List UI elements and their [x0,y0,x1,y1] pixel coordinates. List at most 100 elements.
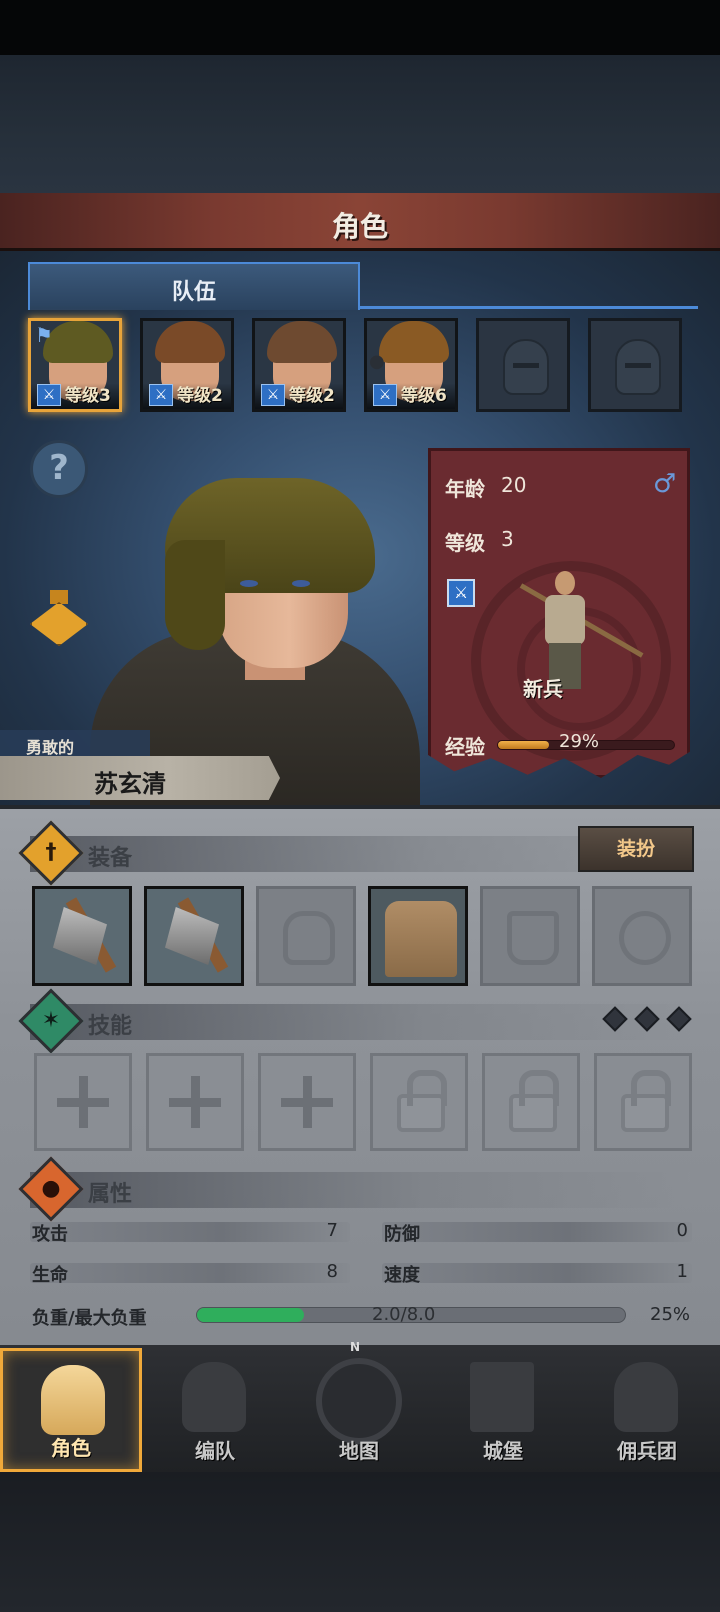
level-label: 等级 [445,531,485,555]
nav-formation[interactable]: 编队 [144,1348,286,1472]
nav-castle-label: 城堡 [483,1439,523,1463]
hero-trait: 勇敢的 [26,738,75,757]
stat-card: 年龄 20 ♂ 等级 3 ⚔ 新兵 经验 29% [428,448,690,778]
exp-percent: 29% [559,731,600,752]
speed-label: 速度 [384,1265,420,1286]
party-slot-4[interactable]: ● ⚔ 等级6 [364,318,458,412]
hp-value: 8 [326,1261,338,1282]
level-text: 等级3 [65,386,111,406]
portrait-hair [155,321,225,363]
defense-value: 0 [676,1220,688,1241]
level-text: 等级2 [177,386,223,406]
lock-icon [397,1070,447,1132]
equip-slot-offhand[interactable] [144,886,244,986]
exp-bar-fill [498,741,550,749]
cross-icon [281,1076,333,1128]
tab-party-label: 队伍 [171,280,216,305]
speed-bar [382,1263,692,1283]
hero-hair-side [165,540,225,650]
tab-party[interactable]: 队伍 [28,262,360,310]
skill-slot-5[interactable] [482,1053,580,1151]
nav-mercenary[interactable]: 佣兵团 [576,1348,718,1472]
status-bar [0,0,720,55]
cross-icon [57,1076,109,1128]
helmet-icon [283,911,335,965]
sword-icon: ⚔ [149,384,173,406]
sword-icon: ⚔ [37,384,61,406]
equip-slot-ring[interactable] [592,886,692,986]
level-badge: ⚔ 等级2 [143,383,231,409]
compass-north: N [350,1340,361,1354]
boots-icon [507,911,559,965]
helmet-icon [615,339,661,395]
equip-slot-weapon[interactable] [32,886,132,986]
level-badge: ⚔ 等级2 [255,383,343,409]
hero-eye-right [292,580,310,587]
nav-map-label: 地图 [339,1439,379,1463]
shirt-icon [385,901,457,977]
party-slot-5[interactable] [476,318,570,412]
equip-slot-armor[interactable] [368,886,468,986]
age-label: 年龄 [445,477,485,501]
portrait-hair [43,321,113,363]
portrait-hair [379,321,449,363]
banner-icon [614,1362,678,1432]
helmet-icon [182,1362,246,1432]
class-name: 新兵 [523,677,563,701]
top-background [0,55,720,195]
castle-icon [470,1362,534,1432]
star-icon: ✶ [41,1008,61,1033]
recruit-torso [545,595,585,645]
equip-slot-helmet[interactable] [256,886,356,986]
skill-slot-6[interactable] [594,1053,692,1151]
exp-label: 经验 [445,735,485,759]
attack-value: 7 [326,1220,338,1241]
skill-slot-3[interactable] [258,1053,356,1151]
bag-icon: ● [369,351,385,372]
recruit-head [555,571,575,595]
nav-character[interactable]: 角色 [0,1348,142,1472]
age-value: 20 [501,473,527,497]
level-value: 3 [501,527,514,551]
tab-underline [358,306,698,309]
sword-icon: ⚔ [373,384,397,406]
potion-icon [50,590,68,604]
party-slot-1[interactable]: ⚑ ⚔ 等级3 [28,318,122,412]
party-slot-6[interactable] [588,318,682,412]
knight-icon [41,1365,105,1435]
hero-name-plate[interactable]: 苏玄清 [0,756,280,800]
skill-slot-4[interactable] [370,1053,468,1151]
level-text: 等级2 [289,386,335,406]
lock-icon [509,1070,559,1132]
weight-bar-fill [197,1308,304,1322]
hero-name: 苏玄清 [94,770,166,798]
nav-castle[interactable]: 城堡 [432,1348,574,1472]
level-text: 等级6 [401,386,447,406]
nav-formation-label: 编队 [195,1439,235,1463]
skill-slot-1[interactable] [34,1053,132,1151]
hero-trait-plate: 勇敢的 [0,730,150,758]
bottom-background [0,1472,720,1612]
nav-character-label: 角色 [51,1436,91,1460]
title-banner: 角色 [0,193,720,251]
sword-class-icon: ⚔ [447,579,475,607]
male-icon: ♂ [653,469,677,499]
nav-map[interactable]: N 地图 [288,1340,430,1472]
helmet-icon [503,339,549,395]
compass-icon [316,1358,402,1444]
level-badge: ⚔ 等级3 [31,383,119,409]
dress-button[interactable]: 装扮 [578,826,694,872]
party-slot-3[interactable]: ⚔ 等级2 [252,318,346,412]
hp-label: 生命 [32,1265,68,1286]
page-title: 角色 [331,210,388,243]
flag-icon: ⚑ [35,323,53,347]
skill-slot-2[interactable] [146,1053,244,1151]
equipment-title: 装备 [88,846,133,871]
nav-mercenary-label: 佣兵团 [617,1439,677,1463]
defense-label: 防御 [384,1224,420,1245]
equip-slot-boots[interactable] [480,886,580,986]
hero-eye-left [240,580,258,587]
party-slot-2[interactable]: ⚔ 等级2 [140,318,234,412]
person-icon: ● [41,1176,61,1201]
ring-icon [619,911,671,965]
